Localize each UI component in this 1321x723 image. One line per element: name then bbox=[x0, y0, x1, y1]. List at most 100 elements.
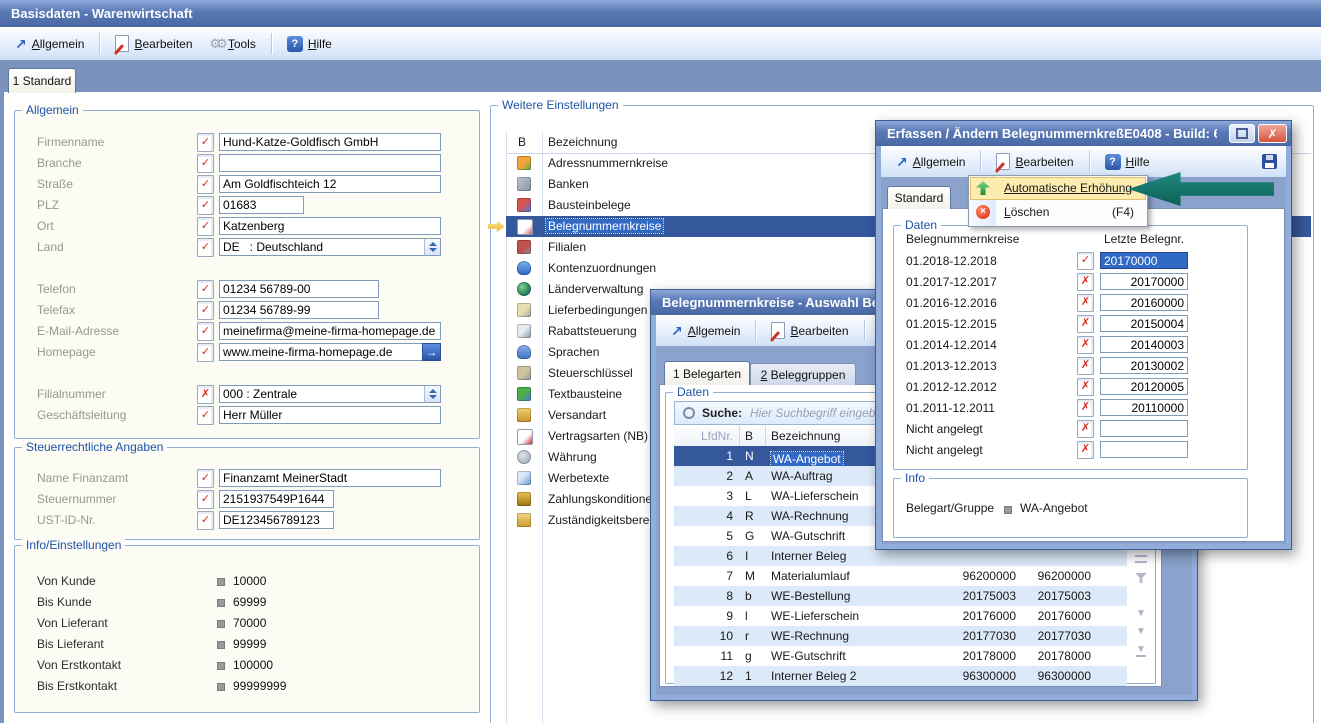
field-check-icon[interactable] bbox=[197, 154, 214, 173]
move-to-bottom-icon[interactable]: ▼ bbox=[1136, 645, 1146, 657]
cell-bezeichnung: WE-Gutschrift bbox=[771, 649, 846, 663]
belegart-row[interactable]: 11gWE-Gutschrift2017800020178000 bbox=[674, 646, 1127, 666]
erfassen-menu-allgemein[interactable]: ↗ Allgemein bbox=[891, 152, 970, 172]
belegart-row[interactable]: 9lWE-Lieferschein2017600020176000 bbox=[674, 606, 1127, 626]
letzte-belegnr-input[interactable] bbox=[1100, 420, 1188, 437]
letzte-belegnr-input[interactable] bbox=[1100, 252, 1188, 269]
form-field-row: Branche bbox=[15, 154, 479, 172]
field-input-name-finanzamt[interactable] bbox=[219, 469, 441, 487]
close-button[interactable] bbox=[1258, 124, 1287, 143]
spinner-control[interactable] bbox=[424, 385, 441, 403]
menu-item-automatische-erhoehung[interactable]: Automatische Erhöhung bbox=[970, 177, 1146, 200]
field-check-icon[interactable] bbox=[197, 175, 214, 194]
field-input-telefax[interactable] bbox=[219, 301, 379, 319]
field-input-plz[interactable] bbox=[219, 196, 304, 214]
field-input-firmenname[interactable] bbox=[219, 133, 441, 151]
tab-standard[interactable]: 1 Standard bbox=[8, 68, 76, 93]
inactive-x-icon[interactable] bbox=[1077, 420, 1094, 438]
grip-lines-icon[interactable] bbox=[1135, 561, 1147, 563]
inactive-x-icon[interactable] bbox=[1077, 294, 1094, 312]
auswahl-menu-bearbeiten[interactable]: Bearbeiten bbox=[766, 319, 853, 342]
field-input-telefon[interactable] bbox=[219, 280, 379, 298]
field-input-ust-id-nr-[interactable] bbox=[219, 511, 334, 529]
info-row: Von Lieferant70000 bbox=[15, 616, 479, 632]
arrow-up-right-icon: ↗ bbox=[896, 155, 908, 169]
field-input-branche[interactable] bbox=[219, 154, 441, 172]
info-belegart-value: WA-Angebot bbox=[1020, 501, 1088, 515]
field-input-stra-e[interactable] bbox=[219, 175, 441, 193]
inactive-x-icon[interactable] bbox=[1077, 441, 1094, 459]
letzte-belegnr-input[interactable] bbox=[1100, 399, 1188, 416]
field-input-ort[interactable] bbox=[219, 217, 441, 235]
field-check-icon[interactable] bbox=[197, 322, 214, 341]
move-down-icon[interactable]: ▼ bbox=[1136, 627, 1146, 637]
menu-allgemein[interactable]: ↗ Allgemein bbox=[10, 34, 89, 54]
menu-item-loeschen[interactable]: Löschen (F4) bbox=[970, 201, 1146, 224]
inactive-x-icon[interactable] bbox=[1077, 378, 1094, 396]
grip-lines-icon[interactable] bbox=[1135, 555, 1147, 557]
letzte-belegnr-input[interactable] bbox=[1100, 273, 1188, 290]
field-check-icon[interactable] bbox=[197, 301, 214, 320]
belegart-row[interactable]: 121Interner Beleg 29630000096300000 bbox=[674, 666, 1127, 686]
field-check-icon[interactable] bbox=[197, 196, 214, 215]
menu-tools[interactable]: ⚙⚙ Tools bbox=[205, 34, 261, 54]
maximize-button[interactable] bbox=[1229, 124, 1255, 143]
field-input-filialnummer[interactable] bbox=[219, 385, 425, 403]
field-check-icon[interactable] bbox=[197, 469, 214, 488]
inactive-x-icon[interactable] bbox=[1077, 273, 1094, 291]
field-check-icon[interactable] bbox=[197, 343, 214, 362]
info-row-value: 70000 bbox=[233, 616, 266, 630]
field-input-homepage[interactable] bbox=[219, 343, 423, 361]
erfassen-menu-bearbeiten[interactable]: Bearbeiten bbox=[991, 150, 1078, 173]
active-check-icon[interactable] bbox=[1077, 252, 1094, 270]
delete-icon bbox=[976, 205, 990, 219]
nummernkreis-row: 01.2017-12.2017 bbox=[894, 273, 1247, 293]
field-input-gesch-ftsleitung[interactable] bbox=[219, 406, 441, 424]
spinner-control[interactable] bbox=[424, 238, 441, 256]
search-input[interactable]: Hier Suchbegriff eingeben bbox=[750, 406, 889, 420]
field-input-e-mail-adresse[interactable] bbox=[219, 322, 441, 340]
tab-standard-erfassen[interactable]: Standard bbox=[887, 186, 951, 209]
belegart-row[interactable]: 7MMaterialumlauf9620000096200000 bbox=[674, 566, 1127, 586]
letzte-belegnr-input[interactable] bbox=[1100, 336, 1188, 353]
belegart-row[interactable]: 8bWE-Bestellung2017500320175003 bbox=[674, 586, 1127, 606]
rabattsteuerung-icon bbox=[517, 324, 531, 338]
letzte-belegnr-input[interactable] bbox=[1100, 357, 1188, 374]
tab-beleggruppen[interactable]: 2 Beleggruppen bbox=[750, 363, 856, 385]
field-check-icon[interactable] bbox=[197, 133, 214, 152]
inactive-x-icon[interactable] bbox=[1077, 399, 1094, 417]
letzte-belegnr-input[interactable] bbox=[1100, 294, 1188, 311]
auswahl-menu-allgemein[interactable]: ↗ Allgemein bbox=[666, 321, 745, 341]
groupbox-allgemein-title: Allgemein bbox=[22, 103, 83, 117]
field-check-icon[interactable] bbox=[197, 490, 214, 509]
inactive-x-icon[interactable] bbox=[1077, 315, 1094, 333]
toolbar-separator bbox=[271, 33, 272, 54]
letzte-belegnr-input[interactable] bbox=[1100, 315, 1188, 332]
letzte-belegnr-input[interactable] bbox=[1100, 378, 1188, 395]
field-check-icon[interactable] bbox=[197, 406, 214, 425]
open-link-button[interactable] bbox=[422, 343, 441, 361]
belegart-row[interactable]: 10rWE-Rechnung2017703020177030 bbox=[674, 626, 1127, 646]
field-input-steuernummer[interactable] bbox=[219, 490, 334, 508]
filialen-icon bbox=[517, 240, 531, 254]
field-check-icon[interactable] bbox=[197, 280, 214, 299]
scroll-down-icon[interactable]: ▼ bbox=[1136, 609, 1146, 619]
field-check-icon[interactable] bbox=[197, 238, 214, 257]
field-input-land[interactable] bbox=[219, 238, 425, 256]
filter-icon[interactable] bbox=[1135, 573, 1147, 583]
erfassen-body: Standard Daten Belegnummernkreise Letzte… bbox=[881, 177, 1286, 544]
field-check-icon[interactable] bbox=[197, 217, 214, 236]
cell-bezeichnung: WE-Bestellung bbox=[771, 589, 850, 603]
field-x-icon[interactable] bbox=[197, 385, 214, 404]
nummernkreis-row: 01.2014-12.2014 bbox=[894, 336, 1247, 356]
erfassen-menu-hilfe[interactable]: Hilfe bbox=[1100, 151, 1155, 173]
field-check-icon[interactable] bbox=[197, 511, 214, 530]
inactive-x-icon[interactable] bbox=[1077, 357, 1094, 375]
letzte-belegnr-input[interactable] bbox=[1100, 441, 1188, 458]
menu-hilfe[interactable]: Hilfe bbox=[282, 33, 337, 55]
spin-down-icon bbox=[429, 248, 437, 252]
menu-bearbeiten[interactable]: Bearbeiten bbox=[110, 32, 197, 55]
tab-belegarten[interactable]: 1 Belegarten bbox=[664, 361, 750, 385]
inactive-x-icon[interactable] bbox=[1077, 336, 1094, 354]
save-icon[interactable] bbox=[1262, 154, 1277, 169]
